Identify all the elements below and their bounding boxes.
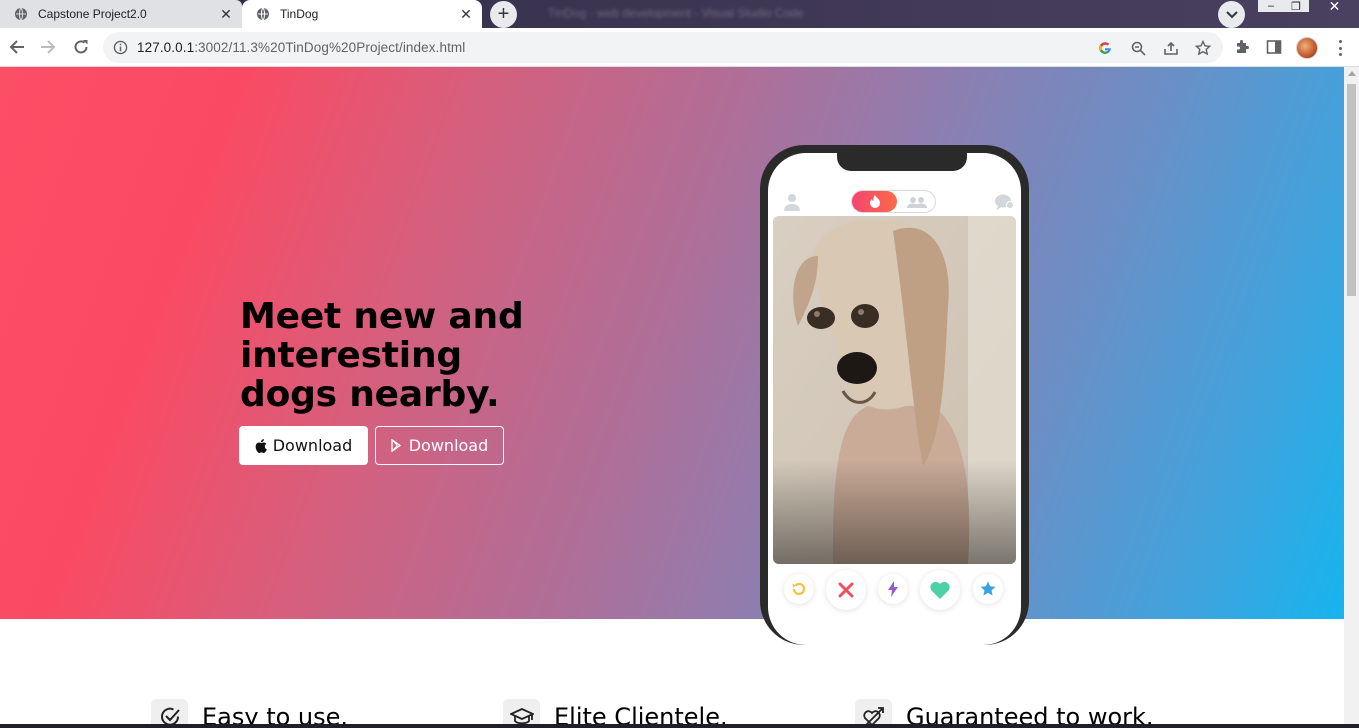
forward-button[interactable] (37, 36, 59, 58)
profile-avatar[interactable] (1296, 37, 1318, 59)
like-icon (920, 570, 960, 610)
apple-icon (255, 438, 268, 453)
bookmark-star-icon[interactable] (1194, 39, 1212, 57)
scroll-up-arrow[interactable] (1348, 71, 1356, 76)
extensions-icon[interactable] (1233, 38, 1251, 56)
page-viewport: Meet new and interesting dogs nearby. Do… (0, 67, 1344, 728)
swipe-action-bar (768, 570, 1021, 614)
tab-tindog[interactable]: TinDog ✕ (242, 0, 482, 28)
google-play-download-label: Download (408, 436, 489, 455)
phone-screen (768, 153, 1021, 645)
reload-button[interactable] (70, 36, 92, 58)
browser-tab-strip: Capstone Project2.0 ✕ TinDog ✕ + TinDog … (0, 0, 1359, 28)
address-bar[interactable]: 127.0.0.1:3002/11.3%20TinDog%20Project/i… (103, 32, 1223, 63)
phone-notch (837, 153, 967, 171)
url-host: 127.0.0.1 (137, 40, 195, 55)
globe-icon (256, 7, 270, 21)
restore-window-button[interactable]: ❐ (1283, 0, 1309, 13)
url-text: 127.0.0.1:3002/11.3%20TinDog%20Project/i… (137, 40, 465, 55)
dog-profile-photo (773, 216, 1016, 564)
google-lens-icon[interactable] (1096, 39, 1114, 57)
side-panel-icon[interactable] (1265, 38, 1283, 56)
tab-title: Capstone Project2.0 (38, 7, 147, 21)
taskbar-edge (0, 724, 1359, 728)
mode-toggle (851, 190, 936, 213)
arrow-left-icon (9, 40, 24, 54)
scrollbar-thumb[interactable] (1347, 84, 1356, 296)
hero-headline: Meet new and interesting dogs nearby. (240, 296, 524, 415)
share-icon[interactable] (1162, 39, 1180, 57)
google-play-icon (391, 439, 404, 453)
minimize-window-button[interactable]: – (1258, 0, 1284, 12)
site-info-icon[interactable] (113, 40, 128, 55)
reload-icon (74, 40, 88, 54)
browser-menu-icon[interactable] (1332, 38, 1348, 58)
apple-download-button[interactable]: Download (239, 426, 368, 465)
close-tab-icon[interactable]: ✕ (458, 6, 474, 22)
user-icon (784, 194, 800, 211)
boost-icon (878, 574, 908, 604)
new-tab-button[interactable]: + (490, 1, 517, 28)
page-scrollbar[interactable] (1344, 67, 1359, 728)
superlike-icon (973, 574, 1003, 604)
tab-capstone-project[interactable]: Capstone Project2.0 ✕ (0, 0, 242, 28)
url-path: :3002/11.3%20TinDog%20Project/index.html (194, 40, 466, 55)
google-play-download-button[interactable]: Download (375, 426, 504, 465)
tab-title: TinDog (280, 7, 319, 21)
group-icon (901, 193, 933, 210)
tab-search-button[interactable] (1218, 1, 1245, 28)
background-window-title: TinDog - web development - Visual Studio… (548, 6, 804, 20)
globe-icon (14, 7, 28, 21)
back-button[interactable] (6, 36, 28, 58)
hero-section: Meet new and interesting dogs nearby. Do… (0, 67, 1344, 645)
browser-toolbar: 127.0.0.1:3002/11.3%20TinDog%20Project/i… (0, 28, 1359, 67)
nope-icon (826, 570, 866, 610)
chevron-down-icon (1225, 10, 1238, 18)
flame-icon (852, 191, 897, 212)
rewind-icon (784, 574, 814, 604)
zoom-icon[interactable] (1129, 39, 1147, 57)
phone-mockup-image (760, 145, 1029, 645)
close-tab-icon[interactable]: ✕ (218, 6, 234, 22)
close-window-button[interactable]: ✕ (1310, 0, 1359, 14)
arrow-right-icon (41, 40, 56, 54)
apple-download-label: Download (272, 436, 353, 455)
chat-icon (995, 194, 1014, 210)
